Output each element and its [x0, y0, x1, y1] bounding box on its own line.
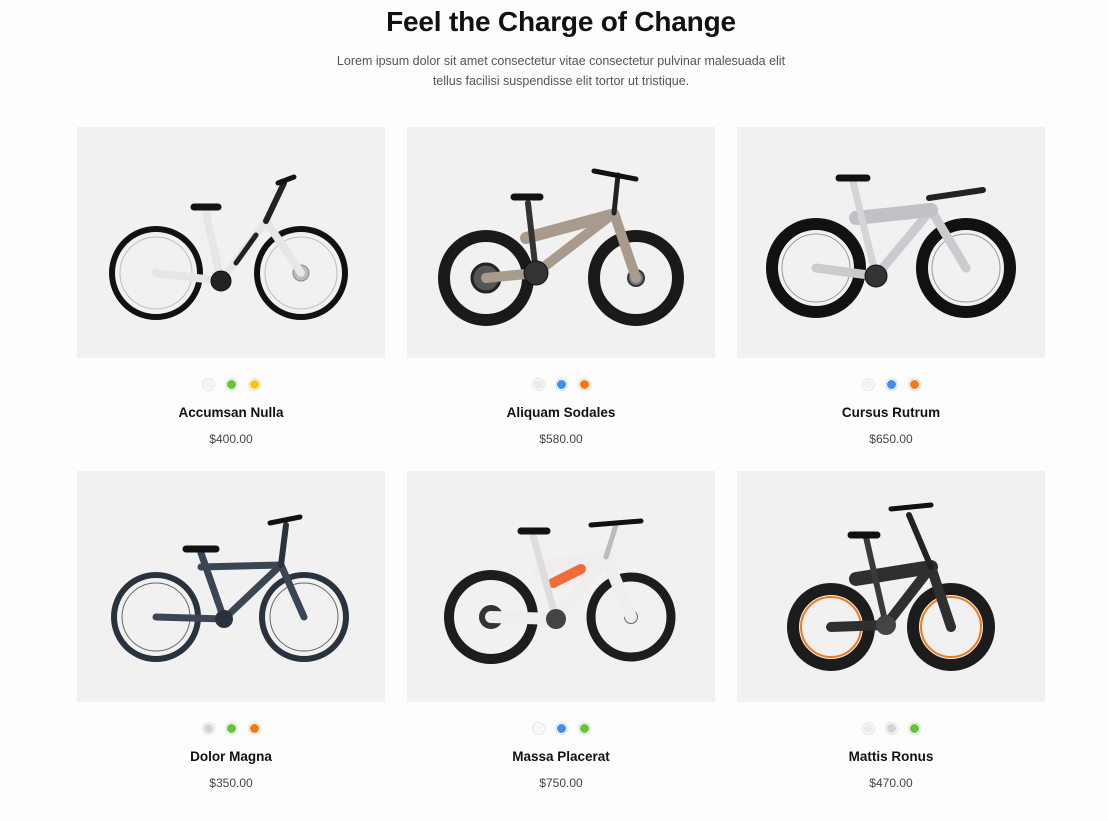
color-swatches: [407, 378, 715, 392]
product-name[interactable]: Massa Placerat: [407, 749, 715, 764]
color-swatch[interactable]: [554, 378, 568, 391]
color-swatch[interactable]: [247, 378, 261, 391]
color-swatches: [77, 722, 385, 736]
product-image[interactable]: [407, 471, 715, 702]
product-name[interactable]: Cursus Rutrum: [737, 405, 1045, 420]
color-swatch[interactable]: [224, 378, 238, 391]
product-price: $750.00: [539, 776, 583, 790]
product-image[interactable]: [737, 127, 1045, 358]
color-swatch[interactable]: [201, 378, 215, 391]
product-card: Aliquam Sodales $580.00: [407, 127, 715, 471]
product-name[interactable]: Aliquam Sodales: [407, 405, 715, 420]
product-name[interactable]: Dolor Magna: [77, 749, 385, 764]
product-price: $580.00: [539, 432, 583, 446]
color-swatches: [737, 378, 1045, 392]
triathlon-road-bike-icon: [766, 174, 1016, 318]
product-price: $470.00: [869, 776, 913, 790]
product-card: Dolor Magna $350.00: [77, 471, 385, 815]
page-subtitle: Lorem ipsum dolor sit amet consectetur v…: [336, 54, 786, 88]
page-title: Feel the Charge of Change: [386, 6, 736, 37]
product-card: Mattis Ronus $470.00: [737, 471, 1045, 815]
color-swatch[interactable]: [907, 722, 921, 735]
color-swatch[interactable]: [577, 722, 591, 735]
color-swatch[interactable]: [907, 378, 921, 391]
color-swatch[interactable]: [861, 722, 875, 735]
black-folding-fat-ebike-icon: [787, 502, 995, 671]
color-swatches: [407, 722, 715, 736]
color-swatch[interactable]: [861, 378, 875, 391]
color-swatch[interactable]: [554, 722, 568, 735]
white-city-ebike-icon: [109, 174, 348, 320]
product-image[interactable]: [737, 471, 1045, 702]
color-swatch[interactable]: [531, 722, 545, 735]
product-card: Accumsan Nulla $400.00: [77, 127, 385, 471]
product-image[interactable]: [407, 127, 715, 358]
product-image[interactable]: [77, 471, 385, 702]
color-swatches: [77, 378, 385, 392]
product-price: $400.00: [209, 432, 253, 446]
color-swatch[interactable]: [884, 378, 898, 391]
color-swatch[interactable]: [224, 722, 238, 735]
color-swatch[interactable]: [247, 722, 261, 735]
product-name[interactable]: Accumsan Nulla: [77, 405, 385, 420]
product-price: $650.00: [869, 432, 913, 446]
product-card: Massa Placerat $750.00: [407, 471, 715, 815]
color-swatch[interactable]: [884, 722, 898, 735]
bronze-fat-tire-ebike-icon: [438, 168, 684, 326]
color-swatch[interactable]: [577, 378, 591, 391]
product-name[interactable]: Mattis Ronus: [737, 749, 1045, 764]
product-price: $350.00: [209, 776, 253, 790]
product-card: Cursus Rutrum $650.00: [737, 127, 1045, 471]
product-grid: Accumsan Nulla $400.00 Aliquam Sodales $…: [77, 127, 1045, 815]
product-image[interactable]: [77, 127, 385, 358]
color-swatch[interactable]: [531, 378, 545, 391]
color-swatches: [737, 722, 1045, 736]
white-mountain-ebike-icon: [444, 518, 676, 664]
dark-commuter-bike-icon: [111, 514, 349, 662]
color-swatch[interactable]: [201, 722, 215, 735]
